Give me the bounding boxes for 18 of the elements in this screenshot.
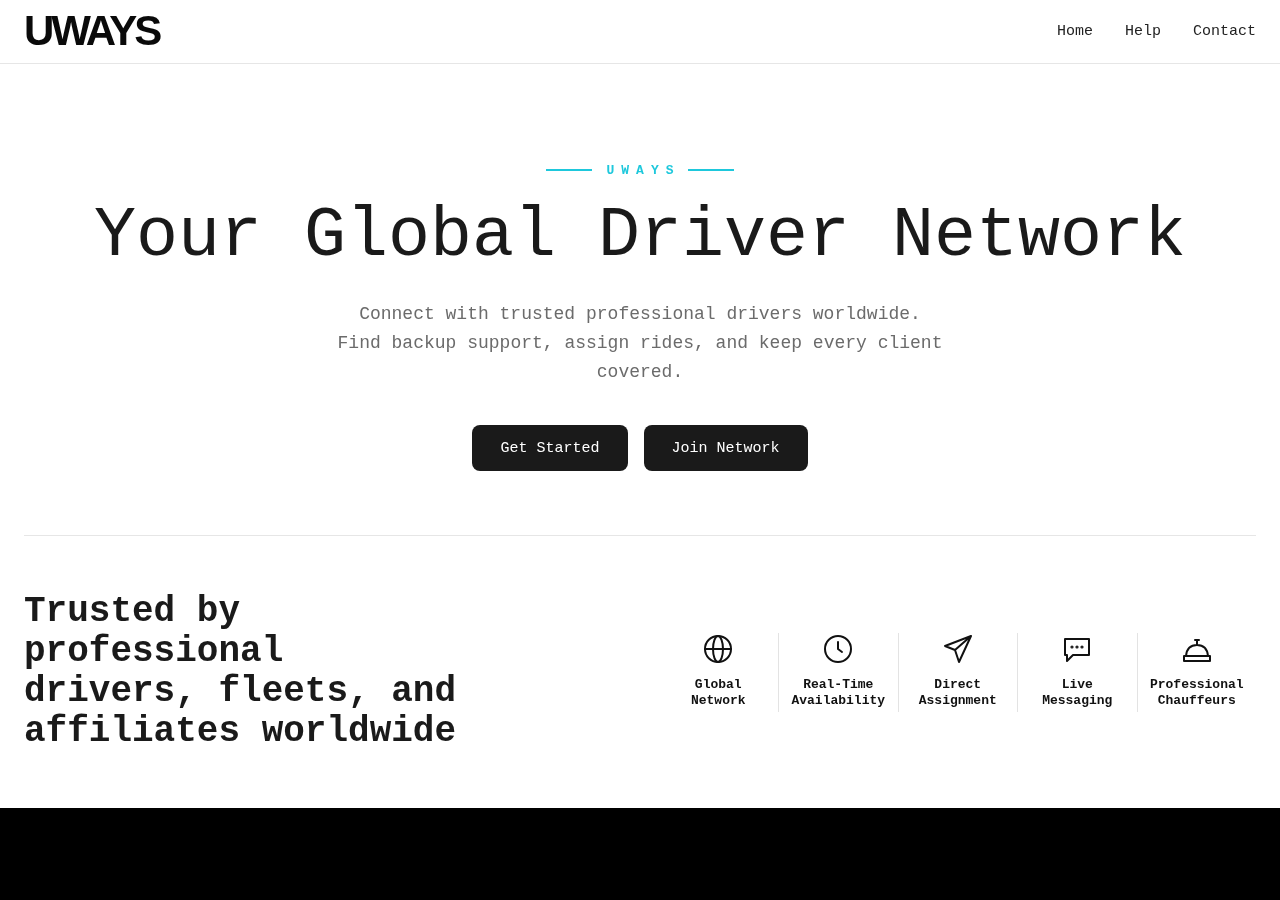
globe-icon — [704, 634, 733, 663]
nav-link[interactable]: Help — [1124, 23, 1161, 40]
feature-label: Global Network — [689, 676, 747, 709]
nav-link[interactable]: Contact — [1193, 23, 1256, 40]
join-network-button[interactable]: Join Network — [643, 425, 808, 471]
get-started-button[interactable]: Get Started — [472, 425, 628, 471]
nav-link[interactable]: Home — [1056, 23, 1093, 40]
paper-plane-icon — [943, 634, 972, 663]
hero-title: Your Global Driver Network — [93, 196, 1187, 278]
logo[interactable]: UWAYS — [24, 9, 160, 52]
hero-subtitle: Connect with trusted professional drivers worldwide. Find backup support, assign rides, and keep every client covered. — [336, 303, 944, 384]
feature-label: Professional Chauffeurs — [1148, 676, 1245, 709]
clock-icon — [824, 634, 853, 663]
eyebrow-label: UWAYS — [606, 162, 681, 178]
feature-label: Real-Time Availability — [790, 676, 887, 709]
feature-label: Direct Assignment — [917, 676, 998, 709]
feature-label: Live Messaging — [1041, 676, 1114, 709]
trust-heading: Trusted by professional drivers, fleets, and affiliates worldwide — [24, 592, 458, 752]
